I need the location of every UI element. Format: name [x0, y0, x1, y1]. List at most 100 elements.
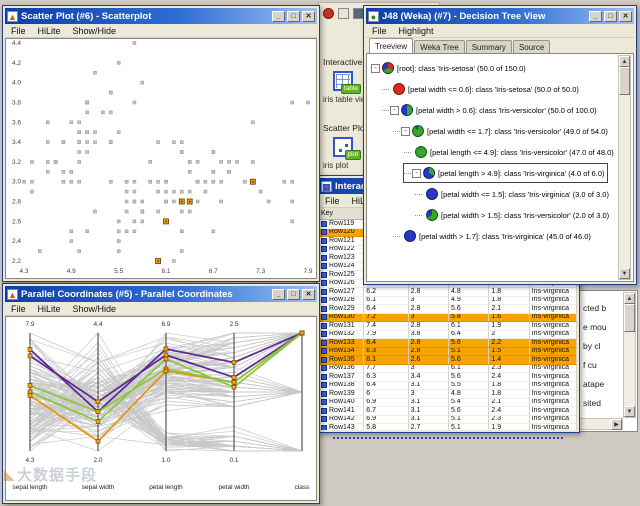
tab-weka-tree[interactable]: Weka Tree [414, 40, 465, 53]
table-row[interactable]: Row1336.42.85.62.2Iris-virginica [319, 339, 577, 348]
table-cell: 7.7 [364, 365, 408, 374]
table-row[interactable]: Row1376.33.45.62.4Iris-virginica [319, 373, 577, 382]
table-row[interactable]: Row1386.43.15.51.8Iris-virginica [319, 382, 577, 391]
menu-hilite[interactable]: HiLite [32, 26, 67, 36]
svg-text:4.3: 4.3 [25, 457, 34, 464]
table-row[interactable]: Row1327.93.86.42Iris-virginica [319, 331, 577, 340]
table-cell: 3 [409, 390, 449, 399]
table-row[interactable]: Row1356.12.65.61.4Iris-virginica [319, 356, 577, 365]
palette-toolbar [323, 8, 364, 19]
svg-text:3.0: 3.0 [12, 179, 21, 186]
menu-file[interactable]: File [366, 26, 393, 36]
row-key: Row140 [329, 399, 355, 407]
help-vertical-scrollbar[interactable]: ▲ ▼ [623, 292, 636, 418]
scroll-down-icon[interactable]: ▼ [619, 268, 630, 279]
tree-connector [415, 194, 422, 195]
interactive-table-module-icon[interactable]: table [333, 71, 353, 91]
record-icon[interactable] [323, 8, 334, 19]
tree-node[interactable]: -[petal length > 4.9]: class 'Iris-virgi… [404, 164, 607, 182]
watermark: ◣ 大数据手段 [4, 464, 97, 485]
table-row[interactable]: Row1406.93.15.42.1Iris-virginica [319, 399, 577, 408]
scatter-plot-svg: 4.44.24.03.83.63.43.23.02.82.62.42.24.34… [6, 39, 316, 277]
help-text-line: f cu [583, 356, 607, 375]
scatter-plot-module-icon[interactable]: plot [333, 137, 353, 157]
row-key-icon [321, 263, 327, 269]
tree-node[interactable]: [petal width > 1.5]: class 'Iris-versico… [415, 206, 609, 224]
tree-node-label: [petal length <= 4.9]: class 'Iris-versi… [430, 148, 614, 157]
window-icon[interactable] [338, 8, 349, 19]
table-row[interactable]: Row1416.73.15.62.4Iris-virginica [319, 407, 577, 416]
titlebar[interactable]: ▲ Scatter Plot (#6) - Scatterplot _□✕ [5, 8, 317, 24]
maximize-button[interactable]: □ [604, 11, 617, 22]
table-row[interactable]: Row1426.93.15.12.3Iris-virginica [319, 416, 577, 425]
svg-text:4.3: 4.3 [19, 268, 28, 275]
scatter-plot-area[interactable]: 4.44.24.03.83.63.43.23.02.82.62.42.24.34… [5, 38, 317, 279]
key-cell: Row131 [319, 322, 364, 331]
tree-node[interactable]: [petal width > 1.7]: class 'Iris-virgini… [393, 227, 591, 245]
row-key: Row139 [329, 390, 355, 398]
collapse-handle-icon[interactable]: - [412, 169, 421, 178]
tab-source[interactable]: Source [513, 40, 550, 53]
menu-file[interactable]: File [319, 196, 346, 206]
table-row[interactable]: Row1276.22.84.81.8Iris-virginica [319, 288, 577, 297]
maximize-button[interactable]: □ [287, 289, 300, 300]
table-row[interactable]: Row1286.134.91.8Iris-virginica [319, 297, 577, 306]
titlebar[interactable]: ● J48 (Weka) (#7) - Decision Tree View _… [366, 8, 634, 24]
minimize-button[interactable]: _ [589, 11, 602, 22]
table-row[interactable]: Row139634.81.8Iris-virginica [319, 390, 577, 399]
table-cell: 3.1 [409, 416, 449, 425]
menu-file[interactable]: File [5, 304, 32, 314]
tree-node[interactable]: [petal width <= 1.5]: class 'Iris-virgin… [415, 185, 609, 203]
row-key: Row137 [329, 373, 355, 381]
tree-node[interactable]: [petal width <= 0.6]: class 'Iris-setosa… [382, 80, 579, 98]
desktop: cted be mouby clf cuatapesited ▲ ▼ ◀ ▶ I… [0, 0, 640, 506]
key-column-header[interactable]: Key [319, 208, 364, 220]
collapse-handle-icon[interactable]: - [371, 64, 380, 73]
collapse-handle-icon[interactable]: - [390, 106, 399, 115]
tree-node[interactable]: -[petal width <= 1.7]: class 'Iris-versi… [393, 122, 608, 140]
menu-hilite[interactable]: HiLite [32, 304, 67, 314]
tab-summary[interactable]: Summary [466, 40, 512, 53]
scrollbar-thumb[interactable] [624, 304, 635, 332]
tab-treeview[interactable]: Treeview [369, 38, 413, 53]
row-key-icon [321, 416, 327, 422]
close-button[interactable]: ✕ [302, 11, 315, 22]
table-row[interactable]: Row1307.235.81.6Iris-virginica [319, 314, 577, 323]
collapse-handle-icon[interactable]: - [401, 127, 410, 136]
table-row[interactable]: Row1346.32.85.11.5Iris-virginica [319, 348, 577, 357]
table-cell: 5.5 [449, 382, 489, 391]
maximize-button[interactable]: □ [287, 11, 300, 22]
menu-file[interactable]: File [5, 26, 32, 36]
table-cell: 3 [409, 297, 449, 306]
table-cell: Iris-virginica [530, 424, 577, 430]
tree-node[interactable]: -[petal width > 0.6]: class 'Iris-versic… [382, 101, 597, 119]
scroll-down-icon[interactable]: ▼ [624, 406, 635, 417]
table-row[interactable]: Row1296.42.85.62.1Iris-virginica [319, 305, 577, 314]
menu-show-hide[interactable]: Show/Hide [67, 26, 123, 36]
scroll-up-icon[interactable]: ▲ [624, 293, 635, 304]
table-row[interactable]: Row1435.82.75.11.9Iris-virginica [319, 424, 577, 430]
titlebar[interactable]: ▲ Parallel Coordinates (#5) - Parallel C… [5, 286, 317, 302]
class-distribution-pie-icon [423, 167, 435, 179]
table-row[interactable]: Row1317.42.86.11.9Iris-virginica [319, 322, 577, 331]
close-button[interactable]: ✕ [619, 11, 632, 22]
minimize-button[interactable]: _ [272, 11, 285, 22]
menu-show-hide[interactable]: Show/Hide [67, 304, 123, 314]
minimize-button[interactable]: _ [272, 289, 285, 300]
table-cell: 2.8 [409, 288, 449, 297]
tree-node[interactable]: -[root]: class 'Iris-setosa' (50.0 of 15… [371, 59, 526, 77]
tree-node[interactable]: [petal length <= 4.9]: class 'Iris-versi… [404, 143, 614, 161]
help-text: cted be mouby clf cuatapesited [583, 299, 607, 413]
close-button[interactable]: ✕ [302, 289, 315, 300]
svg-text:4.4: 4.4 [93, 321, 102, 328]
menu-highlight[interactable]: Highlight [393, 26, 440, 36]
table-row[interactable]: Row1367.736.12.3Iris-virginica [319, 365, 577, 374]
table-cell: 2 [489, 331, 529, 340]
scroll-up-icon[interactable]: ▲ [619, 56, 630, 67]
svg-text:6.7: 6.7 [209, 268, 218, 275]
window-title: Scatter Plot (#6) - Scatterplot [21, 11, 269, 22]
scrollbar-thumb[interactable] [619, 67, 630, 95]
tree-vertical-scrollbar[interactable]: ▲ ▼ [618, 55, 631, 280]
scroll-right-icon[interactable]: ▶ [611, 419, 622, 430]
row-key: Row123 [329, 254, 355, 262]
